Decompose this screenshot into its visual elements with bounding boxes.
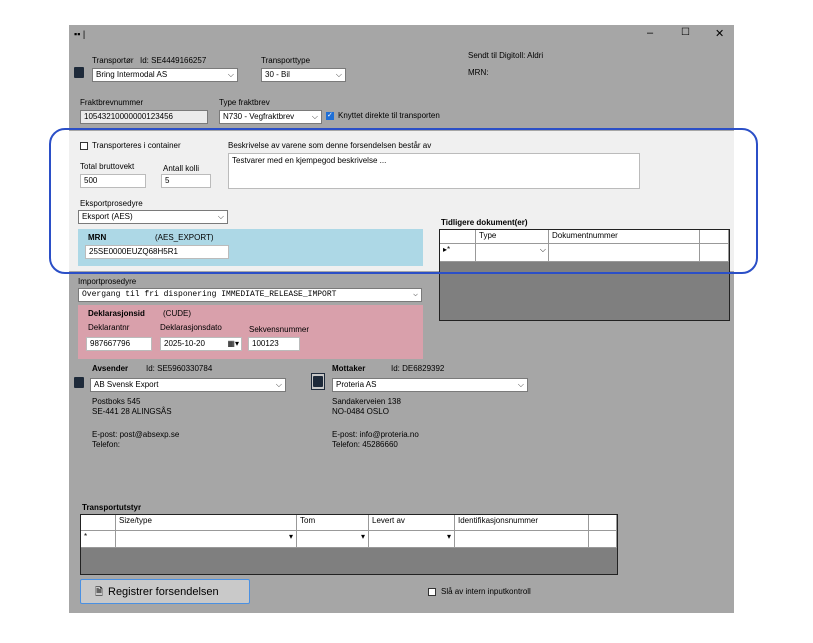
size-type-cell-select[interactable]: ▾ — [116, 531, 297, 548]
importprosedyre-select[interactable]: Overgang til fri disponering IMMEDIATE_R… — [78, 288, 422, 302]
intern-inputkontroll-checkbox[interactable] — [428, 588, 436, 596]
dropdown-arrow-icon: ▾ — [360, 532, 365, 541]
column-header-size-type[interactable]: Size/type — [116, 515, 297, 531]
type-fraktbrev-select[interactable]: N730 - Vegfraktbrev ⌵ — [219, 110, 322, 124]
mottaker-address-line1: Sandakerveien 138 — [332, 397, 401, 406]
sendt-til-digitoll: Sendt til Digitoll: Aldri — [468, 51, 544, 60]
mottaker-select[interactable]: Proteria AS ⌵ — [332, 378, 528, 392]
chevron-down-icon: ⌵ — [275, 380, 282, 389]
chevron-down-icon: ⌵ — [517, 380, 524, 389]
deklarasjonsdato-label: Deklarasjonsdato — [160, 323, 222, 332]
new-row-marker: * — [81, 531, 116, 548]
mottaker-epost: E-post: info@proteria.no — [332, 430, 419, 439]
sekvensnummer-field[interactable]: 100123 — [248, 337, 300, 351]
column-header-blank — [589, 515, 617, 531]
minimize-button[interactable]: – — [647, 27, 653, 39]
importprosedyre-value: Overgang til fri disponering IMMEDIATE_R… — [82, 290, 337, 299]
transporttype-label: Transporttype — [261, 56, 311, 65]
avsender-title: Avsender — [92, 364, 129, 373]
column-header-identifikasjonsnummer[interactable]: Identifikasjonsnummer — [455, 515, 589, 531]
deklarasjonsid-title: Deklarasjonsid — [88, 309, 145, 318]
chevron-down-icon: ⌵ — [311, 112, 318, 121]
mottaker-id: Id: DE6829392 — [391, 364, 445, 373]
register-button[interactable]: Registrer forsendelsen 🗎 — [80, 579, 250, 604]
address-book-icon — [313, 376, 323, 387]
avsender-value: AB Svensk Export — [94, 380, 159, 389]
transportutstyr-title: Transportutstyr — [82, 503, 142, 512]
highlight-outline — [49, 128, 758, 274]
intern-inputkontroll-label: Slå av intern inputkontroll — [441, 587, 531, 596]
deklarasjonsdato-picker[interactable]: 2025-10-20 ▦▾ — [160, 337, 242, 351]
identifikasjonsnummer-cell[interactable] — [455, 531, 589, 548]
importprosedyre-label: Importprosedyre — [78, 277, 137, 286]
transportor-value: Bring Intermodal AS — [96, 70, 168, 79]
dropdown-arrow-icon: ▾ — [288, 532, 293, 541]
dropdown-arrow-icon: ▾ — [446, 532, 451, 541]
transporttype-select[interactable]: 30 - Bil ⌵ — [261, 68, 346, 82]
address-book-icon[interactable] — [74, 67, 84, 78]
avsender-address-line1: Postboks 545 — [92, 397, 141, 406]
knyttet-label: Knyttet direkte til transporten — [338, 111, 440, 120]
column-header-tom[interactable]: Tom — [297, 515, 369, 531]
avsender-address-line2: SE-441 28 ALINGSÅS — [92, 407, 172, 416]
transportor-label: Transportør — [92, 56, 134, 65]
address-book-icon[interactable] — [74, 377, 84, 388]
sekvensnummer-label: Sekvensnummer — [249, 325, 310, 334]
mottaker-value: Proteria AS — [336, 380, 377, 389]
transportor-id: Id: SE4449166257 — [140, 56, 207, 65]
deklarasjonsdato-value: 2025-10-20 — [164, 339, 205, 348]
blank-cell — [589, 531, 617, 548]
avsender-select[interactable]: AB Svensk Export ⌵ — [90, 378, 286, 392]
mrn-status-label: MRN: — [468, 68, 489, 77]
fraktbrevnummer-field[interactable]: 10543210000000123456 — [80, 110, 208, 124]
app-icon: ▪▪ | — [74, 29, 86, 39]
avsender-telefon: Telefon: — [92, 440, 121, 449]
type-fraktbrev-value: N730 - Vegfraktbrev — [223, 112, 295, 121]
deklarantnr-field[interactable]: 987667796 — [86, 337, 152, 351]
title-bar: ▪▪ | – ☐ ✕ — [69, 25, 734, 45]
mottaker-address-line2: NO-0484 OSLO — [332, 407, 389, 416]
deklarantnr-label: Deklarantnr — [88, 323, 130, 332]
avsender-epost: E-post: post@absexp.se — [92, 430, 180, 439]
close-button[interactable]: ✕ — [715, 27, 724, 40]
type-fraktbrev-label: Type fraktbrev — [219, 98, 270, 107]
transportor-select[interactable]: Bring Intermodal AS ⌵ — [92, 68, 238, 82]
chevron-down-icon: ⌵ — [227, 70, 234, 79]
tom-cell-select[interactable]: ▾ — [297, 531, 369, 548]
transportutstyr-grid[interactable]: Size/type Tom Levert av Identifikasjonsn… — [80, 514, 618, 575]
column-header-levert-av[interactable]: Levert av — [369, 515, 455, 531]
levert-av-cell-select[interactable]: ▾ — [369, 531, 455, 548]
deklarasjonsid-type: (CUDE) — [163, 309, 191, 318]
transporttype-value: 30 - Bil — [265, 70, 290, 79]
calendar-icon[interactable]: ▦▾ — [227, 338, 239, 350]
register-button-label: Registrer forsendelsen — [108, 586, 219, 598]
mottaker-lookup-button[interactable] — [311, 373, 325, 390]
row-header-corner — [81, 515, 116, 531]
document-icon: 🗎 — [95, 587, 104, 598]
knyttet-checkbox[interactable] — [326, 111, 334, 120]
app-window: ▪▪ | – ☐ ✕ Transportør Id: SE4449166257 … — [69, 25, 734, 613]
mottaker-telefon: Telefon: 45286660 — [332, 440, 398, 449]
mottaker-title: Mottaker — [332, 364, 366, 373]
chevron-down-icon: ⌵ — [413, 290, 418, 299]
chevron-down-icon: ⌵ — [335, 70, 342, 79]
fraktbrevnummer-label: Fraktbrevnummer — [80, 98, 144, 107]
maximize-button[interactable]: ☐ — [681, 27, 690, 38]
avsender-id: Id: SE5960330784 — [146, 364, 213, 373]
